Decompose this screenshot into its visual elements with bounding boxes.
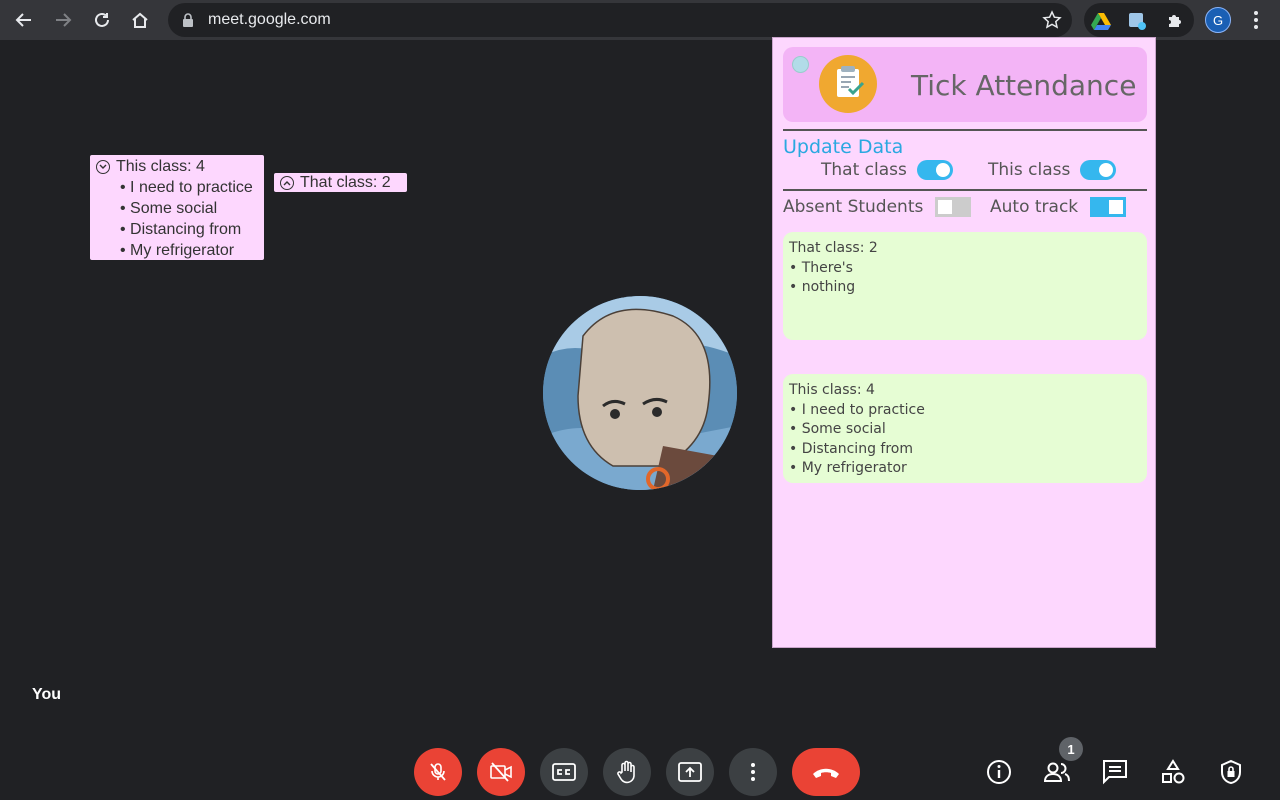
auto-track-row: Auto track [990,197,1127,217]
drive-extension-icon[interactable] [1090,10,1112,32]
people-icon[interactable] [1043,758,1071,786]
this-class-note-list: • I need to practice • Some social • Dis… [96,177,264,261]
url-text: meet.google.com [208,11,331,28]
lock-icon[interactable] [182,13,194,32]
list-item: • Some social [789,421,886,437]
collapse-chevron-icon[interactable] [96,160,110,174]
divider [783,129,1147,131]
this-class-toggle-label: This class [988,160,1071,180]
list-item: • I need to practice [789,401,925,418]
that-class-toggle[interactable] [916,160,953,180]
camera-off-icon [490,762,512,782]
present-icon [678,762,702,782]
list-item: • Distancing from [789,440,913,457]
that-class-note-header: That class: 2 [300,173,391,191]
list-item: • Distancing from [120,221,242,238]
panel-title: Tick Attendance [911,69,1137,102]
extensions-tray [1084,3,1194,37]
list-item: • My refrigerator [120,242,235,259]
bookmark-star-icon[interactable] [1042,10,1062,35]
mic-off-icon [430,763,446,781]
captions-button[interactable] [540,748,588,796]
absent-students-label: Absent Students [783,197,924,217]
this-class-toggle[interactable] [1080,160,1117,180]
update-data-link[interactable]: Update Data [783,136,903,158]
this-class-note[interactable]: This class: 4 • I need to practice • Som… [90,155,264,260]
self-avatar [543,296,737,490]
that-class-toggle-row: That class [821,160,953,180]
auto-track-label: Auto track [990,197,1079,217]
camera-off-button[interactable] [477,748,525,796]
forward-icon[interactable] [49,6,77,34]
more-vert-icon [751,763,755,781]
meeting-details-icon[interactable] [985,758,1013,786]
closed-captions-icon [552,763,576,781]
panel-drag-handle[interactable] [792,56,809,73]
leave-call-button[interactable] [792,748,860,796]
self-name-label: You [32,686,62,703]
address-bar[interactable]: meet.google.com [168,3,1072,37]
absent-students-toggle[interactable] [935,197,972,217]
clipboard-logo-icon [819,55,877,113]
expand-chevron-icon[interactable] [280,175,294,190]
this-class-note-header: This class: 4 [116,158,205,175]
back-icon[interactable] [10,6,38,34]
tick-attendance-panel: Tick Attendance Update Data That class T… [772,37,1156,648]
hand-icon [617,760,635,784]
divider [783,189,1147,191]
profile-avatar[interactable]: G [1205,7,1231,33]
browser-toolbar: meet.google.com G [0,0,1280,40]
absent-students-row: Absent Students [783,197,972,217]
this-class-toggle-row: This class [988,160,1117,180]
chat-icon[interactable] [1101,758,1129,786]
panel-header: Tick Attendance [783,47,1147,122]
that-class-note[interactable]: That class: 2 [274,173,407,192]
that-class-box: That class: 2 • There's • nothing [783,232,1147,340]
this-class-box: This class: 4 • I need to practice • Som… [783,374,1147,483]
raise-hand-button[interactable] [603,748,651,796]
list-item: • I need to practice [120,179,253,196]
mic-off-button[interactable] [414,748,462,796]
host-controls-icon[interactable] [1217,758,1245,786]
hangup-phone-icon [813,768,839,778]
list-item: • My refrigerator [789,460,907,476]
activities-icon[interactable] [1159,758,1187,786]
list-item: • nothing [789,279,856,295]
that-class-toggle-label: That class [821,160,907,180]
more-options-button[interactable] [729,748,777,796]
browser-menu-icon[interactable] [1244,8,1268,32]
this-class-box-header: This class: 4 [789,382,875,398]
extensions-puzzle-icon[interactable] [1164,10,1186,32]
present-screen-button[interactable] [666,748,714,796]
that-class-box-header: That class: 2 [789,240,878,256]
home-icon[interactable] [126,6,154,34]
list-item: • Some social [120,200,218,217]
auto-track-toggle[interactable] [1090,197,1127,217]
list-item: • There's [789,259,853,276]
reload-icon[interactable] [88,6,116,34]
participant-count-badge: 1 [1059,737,1083,761]
attendance-extension-icon[interactable] [1126,10,1148,32]
